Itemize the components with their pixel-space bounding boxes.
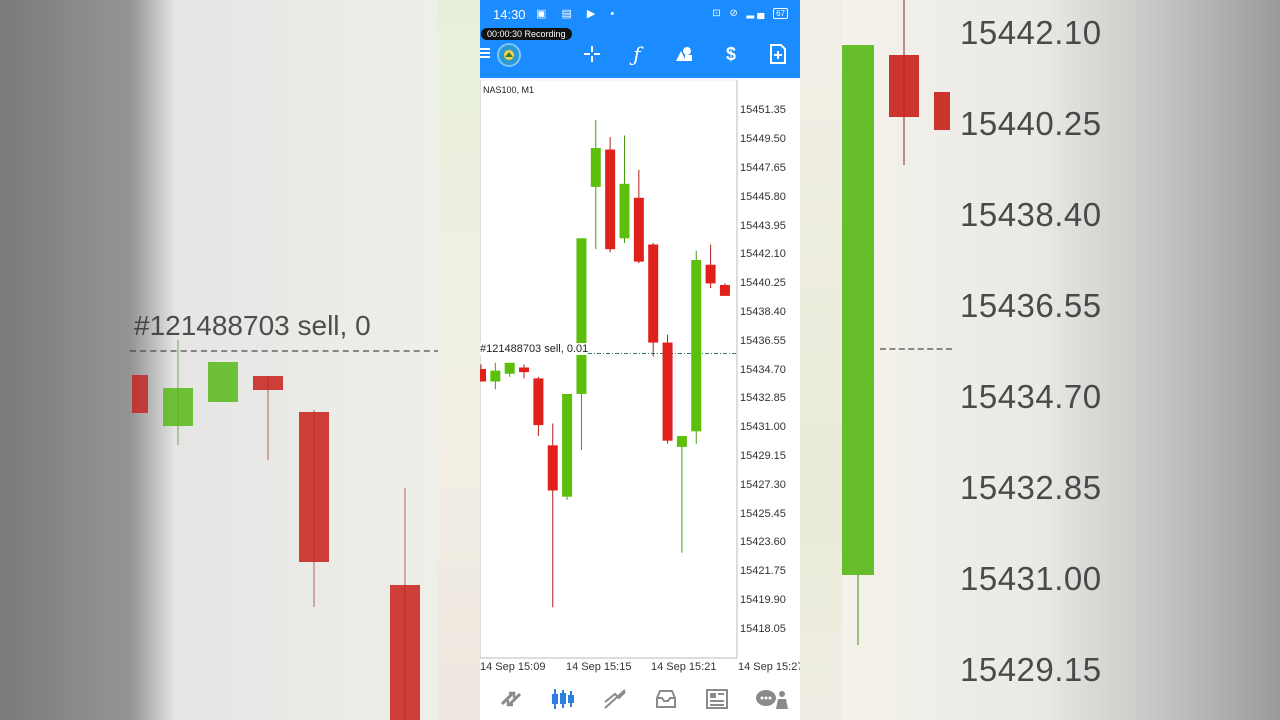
notification-icons: ▣ ▤ ▶ • [536,8,621,20]
bottom-nav [480,680,800,720]
quotes-icon[interactable] [498,686,524,712]
cast-icon: ⊡ [712,8,724,19]
background-edge-left [438,0,480,720]
y-tick-label: 15431.00 [740,421,786,434]
y-tick-label: 15449.50 [740,133,786,146]
candle-body [648,244,659,343]
y-tick-label: 15429.15 [740,450,786,462]
recording-indicator: 00:00:30 Recording [481,28,572,40]
background-price-2: 15438.40 [960,196,1102,233]
candle-body [576,238,587,394]
candle-body [705,264,716,284]
background-sell-label: #121488703 sell, 0 [134,310,371,341]
news-icon[interactable] [704,686,730,712]
candle-body [590,147,601,187]
candle-body [619,183,630,239]
y-tick-label: 15438.40 [740,306,786,318]
candle-body [719,284,730,296]
background-price-0: 15442.10 [960,14,1102,51]
y-tick-label: 15447.65 [740,162,786,174]
chart-symbol-label: NAS100, M1 [483,85,535,95]
candle-body [533,378,544,426]
background-price-7: 15429.15 [960,651,1102,688]
x-tick-3: 14 Sep 15:27 [738,661,800,673]
y-tick-label: 15436.55 [740,334,786,347]
trade-nav-icon[interactable] [602,686,628,712]
background-price-5: 15432.85 [960,469,1102,506]
x-tick-2: 14 Sep 15:21 [651,661,717,673]
background-price-4: 15434.70 [960,378,1102,415]
candle-body [691,260,702,432]
candle-body [480,369,486,382]
function-icon[interactable]: ƒ [624,42,650,66]
objects-icon[interactable] [671,42,697,66]
x-tick-1: 14 Sep 15:15 [566,661,632,673]
system-icons: ⊡ ⊘ ▂▄ 67 [712,8,788,19]
candle-body [490,370,501,382]
candle-body [504,362,515,374]
candle-body [547,445,558,491]
status-bar: 14:30 ▣ ▤ ▶ • ⊡ ⊘ ▂▄ 67 [480,0,800,28]
chart-icon[interactable] [550,686,576,712]
menu-icon[interactable] [480,46,490,60]
trade-icon[interactable]: $ [718,42,744,66]
crosshair-icon[interactable] [579,42,605,66]
mute-icon: ⊘ [729,8,741,19]
background-left-blur: #121488703 sell, 0 [0,0,438,720]
y-tick-label: 15425.45 [740,507,786,520]
y-tick-label: 15432.85 [740,392,786,405]
y-tick-label: 15418.05 [740,622,786,635]
candle-body [633,197,644,262]
candle-body [662,342,673,441]
y-tick-label: 15419.90 [740,594,786,606]
y-tick-label: 15427.30 [740,478,786,491]
background-edge-right [800,0,842,720]
y-tick-label: 15445.80 [740,190,786,203]
background-price-6: 15431.00 [960,560,1102,597]
background-order-line-left [130,350,438,352]
history-icon[interactable] [653,686,679,712]
order-line-label[interactable]: #121488703 sell, 0.01 [480,343,589,355]
y-tick-label: 15434.70 [740,363,786,376]
metatrader-logo-icon[interactable] [497,43,521,67]
signal-icon: ▂▄ [746,8,768,19]
candle-body [562,393,573,497]
background-price-3: 15436.55 [960,287,1102,324]
candle-body [519,367,530,373]
price-chart[interactable]: NAS100, M1 #121488703 sell, 0.01 15451.3… [480,78,800,682]
messages-icon[interactable] [755,686,789,712]
battery-icon: 67 [773,8,788,19]
background-price-1: 15440.25 [960,105,1102,142]
status-time: 14:30 [493,7,526,22]
y-tick-label: 15443.95 [740,219,786,232]
y-tick-label: 15442.10 [740,248,786,261]
candle-body [605,149,616,250]
y-tick-label: 15423.60 [740,536,786,549]
candle-body [676,435,687,447]
y-tick-label: 15440.25 [740,277,786,290]
y-tick-label: 15421.75 [740,565,786,578]
phone-screen: 14:30 ▣ ▤ ▶ • ⊡ ⊘ ▂▄ 67 ƒ $ 00:00:30 Rec… [480,0,800,720]
x-tick-0: 14 Sep 15:09 [480,661,546,673]
new-order-icon[interactable] [765,42,791,66]
background-left-candles [132,340,420,720]
background-order-line-right [880,348,952,350]
y-tick-label: 15451.35 [740,104,786,117]
background-right-blur: 15442.10 15440.25 15438.40 15436.55 1543… [842,0,1280,720]
